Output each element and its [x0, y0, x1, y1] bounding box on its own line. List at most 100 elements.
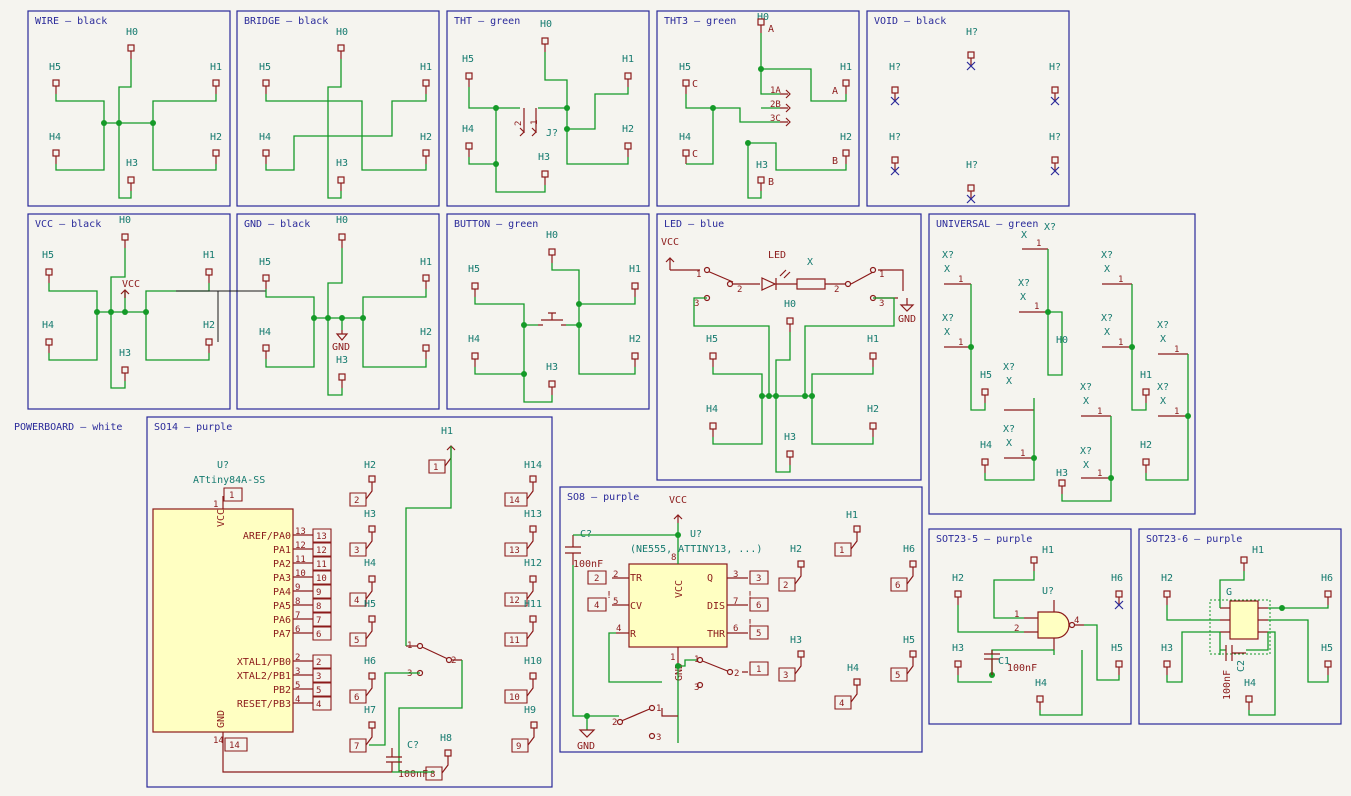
svg-text:LED: LED [768, 250, 786, 261]
svg-text:1: 1 [1174, 407, 1179, 417]
hole-pin [365, 727, 373, 746]
hole-pin [365, 581, 373, 600]
svg-text:H1: H1 [210, 62, 222, 73]
svg-text:1: 1 [1174, 345, 1179, 355]
hole-pad [529, 525, 537, 533]
svg-text:2: 2 [451, 656, 456, 666]
hole-flag-number: 6 [895, 581, 900, 591]
svg-text:H5: H5 [706, 334, 718, 345]
hole-flag-number: 7 [354, 742, 359, 752]
svg-text:X?: X? [1080, 446, 1092, 457]
svg-text:8: 8 [671, 553, 676, 563]
svg-text:VCC: VCC [669, 495, 687, 506]
hole-pad [797, 560, 805, 568]
hole-pin [365, 621, 373, 640]
svg-text:H4: H4 [468, 334, 480, 345]
schematic-canvas: WIRE — black BRIDGE — black THT — green … [14, 10, 1342, 788]
svg-text:H2: H2 [952, 573, 964, 584]
svg-text:X: X [1160, 396, 1166, 407]
so14-pin-flag-label: 11 [316, 560, 327, 570]
hole-pin [794, 656, 802, 675]
svg-text:H3: H3 [126, 158, 138, 169]
svg-text:1: 1 [756, 665, 761, 675]
svg-text:B: B [832, 156, 838, 167]
hole-flag-number: 2 [354, 496, 359, 506]
svg-text:U?: U? [690, 529, 702, 540]
svg-text:X?: X? [1080, 382, 1092, 393]
hole-pad [530, 721, 538, 729]
svg-text:H3: H3 [336, 355, 348, 366]
hole-pad [529, 672, 537, 680]
svg-text:X?: X? [942, 313, 954, 324]
svg-text:CV: CV [630, 601, 642, 612]
so14-pin-name: PA4 [273, 587, 291, 598]
so14-pin-number: 7 [295, 611, 300, 621]
svg-text:H6: H6 [1321, 573, 1333, 584]
svg-text:1: 1 [229, 491, 234, 501]
so14-pin-name: PA1 [273, 545, 291, 556]
void-section: H? H? H? H? H? H? [889, 27, 1061, 204]
svg-text:2: 2 [612, 718, 617, 728]
hole-pin [365, 481, 373, 500]
svg-text:H5: H5 [462, 54, 474, 65]
so14-pin-number: 5 [295, 681, 300, 691]
sot235-section: H1 H2 H6 H3 H5 H4 U? 124 C1 100nF [952, 545, 1124, 716]
svg-text:2: 2 [613, 570, 618, 580]
svg-text:GND: GND [898, 314, 916, 325]
frame-so8: SO8 — purple [559, 486, 923, 753]
so14-pin-name: PA5 [273, 601, 291, 612]
svg-text:1: 1 [670, 653, 675, 663]
frame-title: VCC — black [35, 219, 101, 230]
svg-text:H4: H4 [259, 327, 271, 338]
tht3-section: H0A H5C H1A H4C H2B H3B 1A 2B 3C [679, 12, 852, 199]
svg-text:3: 3 [656, 733, 661, 743]
svg-text:X: X [807, 257, 813, 268]
svg-text:2B: 2B [770, 100, 781, 110]
so14-pin-flag-label: 2 [316, 658, 321, 668]
svg-text:(NE555, ATTINY13, ...): (NE555, ATTINY13, ...) [630, 544, 762, 555]
so14-pin-number: 6 [295, 625, 300, 635]
svg-text:100nF: 100nF [398, 769, 428, 780]
svg-text:H1: H1 [1252, 545, 1264, 556]
svg-text:3: 3 [407, 669, 412, 679]
so14-pin-flag-label: 3 [316, 672, 321, 682]
svg-text:1: 1 [958, 275, 963, 285]
svg-text:3: 3 [733, 570, 738, 580]
svg-text:1: 1 [696, 270, 701, 280]
svg-text:U?: U? [217, 460, 229, 471]
frame-title: VOID — black [874, 16, 946, 27]
svg-text:H?: H? [966, 27, 978, 38]
svg-text:GND: GND [577, 741, 595, 752]
svg-text:H3: H3 [1161, 643, 1173, 654]
svg-text:B: B [768, 177, 774, 188]
so14-pin-flag-label: 8 [316, 602, 321, 612]
hole-pad [368, 525, 376, 533]
svg-text:H5: H5 [42, 250, 54, 261]
svg-text:H4: H4 [462, 124, 474, 135]
svg-text:1: 1 [1036, 239, 1041, 249]
svg-text:H0: H0 [336, 27, 348, 38]
hole-flag-number: 9 [516, 742, 521, 752]
svg-text:G: G [1226, 587, 1232, 598]
so14-pin-flag-label: 5 [316, 686, 321, 696]
tht-section: H0 H5 H1 H4 H2 H3 2 1 J? [462, 19, 634, 193]
svg-text:1: 1 [530, 120, 540, 125]
hole-flag-number: 4 [354, 596, 359, 606]
svg-text:X?: X? [1018, 278, 1030, 289]
svg-text:H5: H5 [679, 62, 691, 73]
svg-text:H4: H4 [706, 404, 718, 415]
hole-label: H10 [524, 656, 542, 667]
svg-text:1: 1 [1118, 338, 1123, 348]
svg-text:H0: H0 [540, 19, 552, 30]
svg-text:X: X [1104, 327, 1110, 338]
universal-section: X?X1 X?X1 X?X1 X?X1 X?X1 X?X1 X?X1 X?X X… [942, 222, 1191, 502]
frame-title: SOT23-5 — purple [936, 534, 1032, 545]
svg-text:H1: H1 [840, 62, 852, 73]
svg-text:H2: H2 [840, 132, 852, 143]
so14-pin-flag-label: 7 [316, 616, 321, 626]
svg-text:H1: H1 [420, 62, 432, 73]
svg-text:H3: H3 [119, 348, 131, 359]
svg-text:X?: X? [1044, 222, 1056, 233]
so14-pin-name: PB2 [273, 685, 291, 696]
svg-text:X: X [1083, 460, 1089, 471]
